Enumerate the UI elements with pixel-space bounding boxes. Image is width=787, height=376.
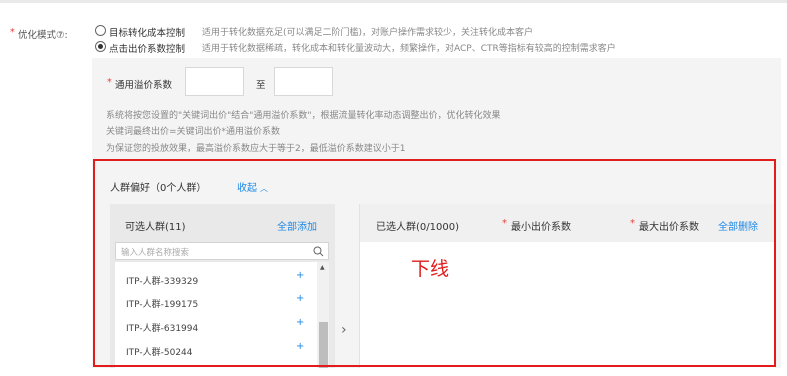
premium-label: 通用溢价系数 — [115, 80, 173, 91]
premium-min-input[interactable] — [185, 67, 244, 96]
option-target-cost-title[interactable]: 目标转化成本控制 — [109, 25, 185, 39]
premium-note-3: 为保证您的投放效果，最高溢价系数应大于等于2，最低溢价系数建议小于1 — [106, 144, 406, 154]
mode-label: 优化模式⑦: — [18, 30, 68, 41]
radio-target-cost[interactable] — [95, 25, 106, 36]
option-click-bid-desc: 适用于转化数据稀疏，转化成本和转化量波动大，频繁操作，对ACP、CTR等指标有较… — [202, 44, 616, 54]
required-mark: * — [107, 77, 112, 88]
radio-click-bid[interactable] — [95, 41, 106, 52]
premium-max-input[interactable] — [274, 67, 333, 96]
premium-note-2: 关键词最终出价=关键词出价*通用溢价系数 — [106, 127, 281, 137]
premium-to-label: 至 — [256, 80, 266, 91]
option-target-cost-desc: 适用于转化数据充足(可以满足二阶门槛)，对账户操作需求较少，关注转化成本客户 — [202, 28, 534, 38]
option-click-bid-title[interactable]: 点击出价系数控制 — [109, 41, 185, 55]
required-mark: * — [10, 27, 15, 38]
highlight-frame — [93, 159, 776, 367]
premium-note-1: 系统将按您设置的"关键词出价"结合"通用溢价系数"，根据流量转化率动态调整出价，… — [106, 111, 501, 121]
top-divider — [0, 0, 787, 3]
